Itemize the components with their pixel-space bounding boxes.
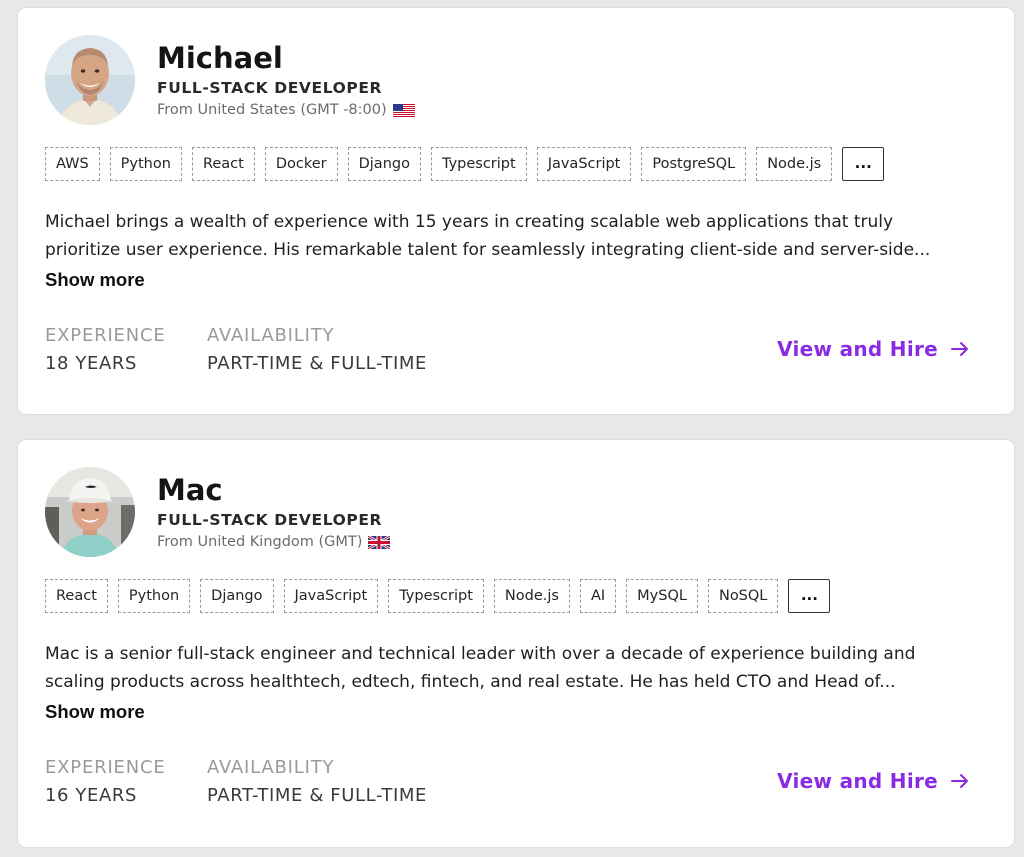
uk-flag-icon <box>368 536 391 549</box>
skill-tag: Node.js <box>493 579 570 613</box>
skill-tag: Django <box>200 579 274 613</box>
candidate-role: FULL-STACK DEVELOPER <box>157 79 383 97</box>
skill-tag: Typescript <box>388 579 484 613</box>
skill-tag: Django <box>347 147 421 181</box>
skill-tag: Python <box>117 579 191 613</box>
availability-label: AVAILABILITY <box>207 757 335 778</box>
skill-tag: JavaScript <box>283 579 379 613</box>
availability-value: PART-TIME & FULL-TIME <box>207 353 428 374</box>
skill-tag: MySQL <box>626 579 698 613</box>
candidate-card: Mac FULL-STACK DEVELOPER From United Kin… <box>17 439 1015 848</box>
skill-tag: Typescript <box>430 147 527 181</box>
avatar <box>45 35 135 125</box>
availability-value: PART-TIME & FULL-TIME <box>207 785 428 806</box>
description-line: prioritize user experience. His remarkab… <box>45 240 931 260</box>
candidate-name: Michael <box>157 41 283 75</box>
avatar <box>45 467 135 557</box>
availability-stat: AVAILABILITY PART-TIME & FULL-TIME <box>207 756 427 808</box>
skill-tag: Node.js <box>756 147 833 181</box>
experience-value: 18 YEARS <box>45 353 138 374</box>
location-text: From United Kingdom (GMT) <box>157 534 363 550</box>
skill-tag: AI <box>579 579 617 613</box>
skill-tag: NoSQL <box>707 579 779 613</box>
availability-stat: AVAILABILITY PART-TIME & FULL-TIME <box>207 324 427 376</box>
description-line: Michael brings a wealth of experience wi… <box>45 212 894 232</box>
view-and-hire-label: View and Hire <box>777 337 938 361</box>
skill-tags: React Python Django JavaScript Typescrip… <box>45 579 831 613</box>
location-text: From United States (GMT -8:00) <box>157 102 387 118</box>
experience-label: EXPERIENCE <box>45 325 166 346</box>
skill-tag: AWS <box>45 147 100 181</box>
experience-value: 16 YEARS <box>45 785 138 806</box>
candidate-location: From United Kingdom (GMT) <box>157 533 391 552</box>
arrow-right-icon <box>950 772 970 790</box>
us-flag-icon <box>392 104 415 117</box>
skill-tags: AWS Python React Docker Django Typescrip… <box>45 147 885 181</box>
candidate-description: Mac is a senior full-stack engineer and … <box>45 640 995 696</box>
arrow-right-icon <box>950 340 970 358</box>
skill-tag: PostgreSQL <box>641 147 747 181</box>
candidate-location: From United States (GMT -8:00) <box>157 101 415 120</box>
skill-tag: Python <box>109 147 182 181</box>
view-and-hire-button[interactable]: View and Hire <box>777 768 970 794</box>
skill-tag: React <box>45 579 108 613</box>
more-skills-button[interactable]: ... <box>788 579 831 613</box>
more-skills-button[interactable]: ... <box>842 147 885 181</box>
candidate-role: FULL-STACK DEVELOPER <box>157 511 383 529</box>
candidate-description: Michael brings a wealth of experience wi… <box>45 208 995 264</box>
candidate-card: Michael FULL-STACK DEVELOPER From United… <box>17 7 1015 415</box>
skill-tag: JavaScript <box>536 147 632 181</box>
view-and-hire-button[interactable]: View and Hire <box>777 336 970 362</box>
availability-label: AVAILABILITY <box>207 325 335 346</box>
candidate-name: Mac <box>157 473 223 507</box>
skill-tag: Docker <box>264 147 338 181</box>
view-and-hire-label: View and Hire <box>777 769 938 793</box>
description-line: Mac is a senior full-stack engineer and … <box>45 644 916 664</box>
skill-tag: React <box>191 147 255 181</box>
experience-label: EXPERIENCE <box>45 757 166 778</box>
experience-stat: EXPERIENCE 16 YEARS <box>45 756 166 808</box>
show-more-link[interactable]: Show more <box>45 701 145 723</box>
description-line: scaling products across healthtech, edte… <box>45 672 896 692</box>
experience-stat: EXPERIENCE 18 YEARS <box>45 324 166 376</box>
show-more-link[interactable]: Show more <box>45 269 145 291</box>
